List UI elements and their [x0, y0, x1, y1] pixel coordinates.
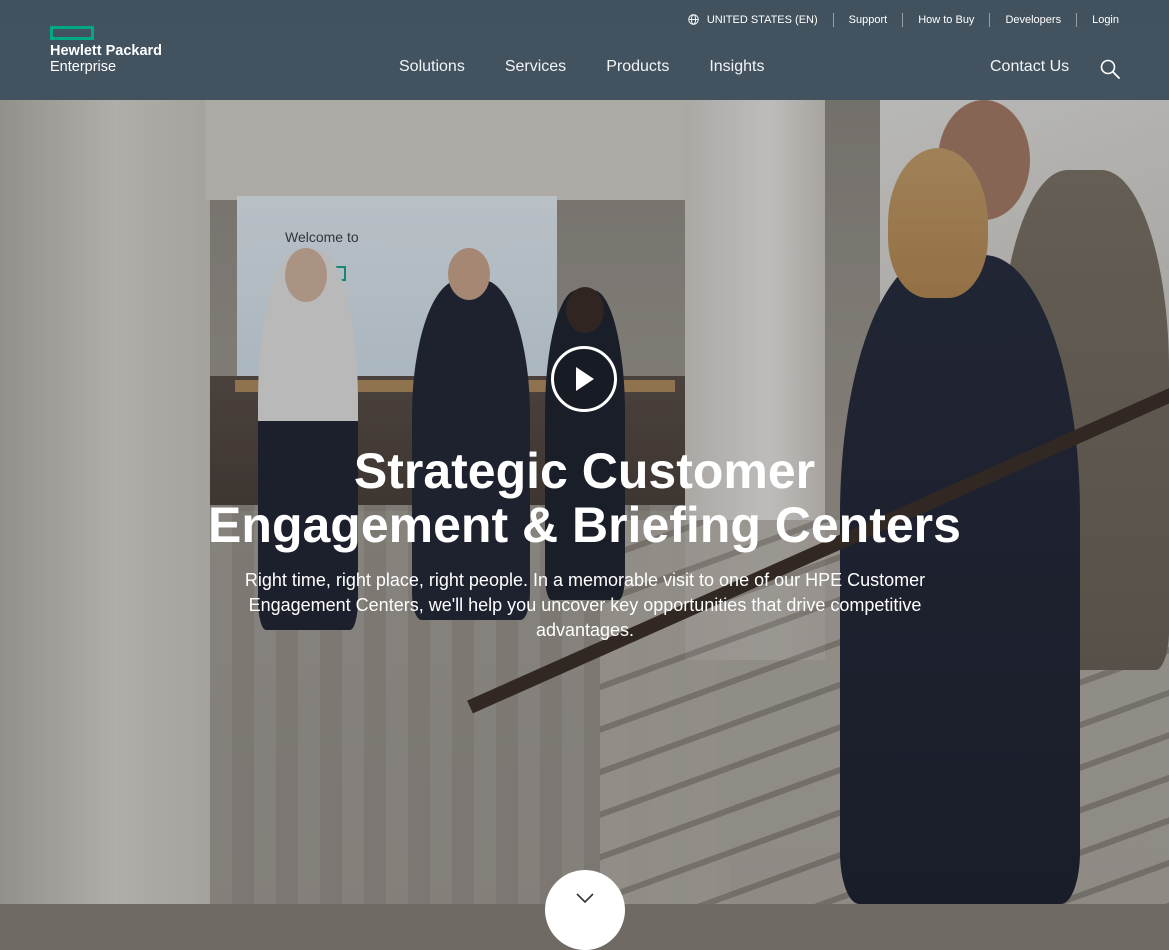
hpe-logo[interactable]: Hewlett Packard Enterprise: [50, 26, 180, 78]
logo-element-icon: [50, 26, 94, 40]
search-icon[interactable]: [1100, 59, 1120, 79]
support-link[interactable]: Support: [832, 13, 903, 27]
region-label: UNITED STATES (EN): [706, 14, 818, 26]
nav-solutions[interactable]: Solutions: [399, 58, 465, 76]
developers-link[interactable]: Developers: [989, 13, 1076, 27]
nav-products[interactable]: Products: [606, 58, 669, 76]
utility-nav: UNITED STATES (EN) Support How to Buy De…: [688, 12, 1119, 28]
logo-text-line1: Hewlett Packard: [50, 43, 163, 59]
logo-text-line2: Enterprise: [50, 59, 117, 75]
play-icon: [576, 367, 594, 391]
site-header: Hewlett Packard Enterprise UNITED STATES…: [0, 0, 1169, 100]
contact-us-link[interactable]: Contact Us: [990, 58, 1069, 76]
hero-title-line2: Engagement & Briefing Centers: [208, 497, 961, 553]
nav-services[interactable]: Services: [505, 58, 566, 76]
nav-insights[interactable]: Insights: [709, 58, 764, 76]
hero-title: Strategic Customer Engagement & Briefing…: [150, 444, 1019, 552]
region-selector[interactable]: UNITED STATES (EN): [688, 13, 833, 27]
login-link[interactable]: Login: [1076, 13, 1119, 27]
play-video-button[interactable]: [551, 346, 617, 412]
scroll-down-button[interactable]: [545, 870, 625, 950]
chevron-down-icon: [576, 893, 594, 903]
main-nav: Solutions Services Products Insights: [399, 58, 804, 76]
globe-icon: [688, 14, 699, 25]
hero-title-line1: Strategic Customer: [353, 443, 816, 499]
hero-description: Right time, right place, right people. I…: [244, 570, 926, 640]
how-to-buy-link[interactable]: How to Buy: [902, 13, 989, 27]
